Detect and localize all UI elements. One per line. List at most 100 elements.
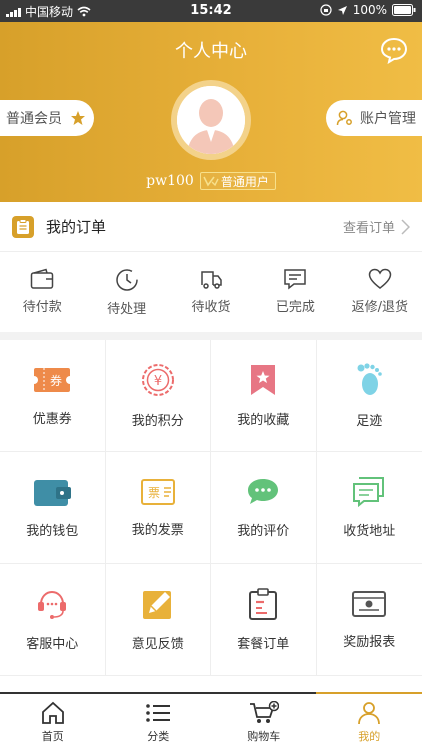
username: pw100 [146, 173, 194, 189]
comment-icon [248, 479, 279, 504]
service-label: 客服中心 [26, 637, 79, 652]
order-item-label: 待处理 [107, 302, 147, 317]
star-icon [71, 111, 85, 125]
service-label: 我的收藏 [237, 413, 290, 428]
user-type-label: 普通用户 [220, 174, 269, 189]
services-grid: 券 优惠券 ¥ 我的积分 我的收藏 足迹 我的钱包 票 我的发票 我的评价 收货… [0, 340, 422, 692]
service-reward-report[interactable]: 奖励报表 [316, 564, 422, 676]
service-package-orders[interactable]: 套餐订单 [211, 564, 317, 676]
orientation-lock-icon [320, 4, 332, 16]
member-level-button[interactable]: 普通会员 [0, 100, 94, 136]
tab-label: 首页 [41, 730, 64, 743]
profile-header: 个人中心 普通会员 账户管理 pw100 普通用户 [0, 22, 422, 202]
service-coupon[interactable]: 券 优惠券 [0, 340, 106, 452]
default-avatar-icon [177, 86, 245, 154]
bookmark-star-icon [251, 365, 276, 395]
svg-text:券: 券 [50, 373, 62, 388]
service-wallet[interactable]: 我的钱包 [0, 452, 106, 564]
service-label: 我的发票 [131, 523, 184, 538]
status-bar: 中国移动 15:42 100% [0, 0, 422, 22]
user-info: pw100 普通用户 [0, 172, 422, 190]
coupon-icon: 券 [34, 368, 71, 392]
address-icon [353, 477, 385, 508]
order-item-label: 已完成 [275, 300, 315, 315]
tab-label: 我的 [358, 730, 381, 743]
order-returns[interactable]: 返修/退货 [338, 252, 422, 332]
footprint-icon [357, 363, 383, 395]
wallet-icon [30, 268, 54, 289]
service-invoice[interactable]: 票 我的发票 [105, 452, 211, 564]
user-type-badge: 普通用户 [199, 172, 276, 190]
bottom-tab-bar: 首页 分类 购物车 我的 [0, 692, 422, 750]
clock-icon [115, 269, 138, 291]
package-order-icon [249, 588, 278, 620]
order-awaiting-delivery[interactable]: 待收货 [169, 252, 253, 332]
tab-bar-divider [0, 692, 316, 694]
order-status-row: 待付款 待处理 待收货 已完成 返修/退货 [0, 252, 422, 332]
service-address[interactable]: 收货地址 [316, 452, 422, 564]
invoice-icon: 票 [140, 479, 175, 505]
list-icon [146, 704, 171, 722]
service-label: 奖励报表 [343, 635, 396, 650]
avatar-image [177, 86, 245, 154]
tab-label: 分类 [147, 730, 170, 743]
service-footprints[interactable]: 足迹 [316, 340, 422, 452]
avatar[interactable] [171, 80, 251, 160]
home-icon [41, 701, 64, 724]
service-label: 优惠券 [32, 412, 72, 427]
tab-mine[interactable]: 我的 [317, 693, 422, 750]
message-box-icon [284, 269, 307, 290]
status-right: 100% [320, 3, 416, 17]
heart-icon [368, 268, 392, 289]
vip-icon [203, 176, 219, 187]
active-tab-indicator [316, 692, 422, 694]
cart-icon [249, 701, 279, 723]
order-item-label: 返修/退货 [351, 300, 409, 315]
battery-label: 100% [352, 3, 387, 17]
battery-icon [392, 4, 416, 16]
service-label: 意见反馈 [131, 637, 184, 652]
svg-text:票: 票 [148, 486, 160, 500]
location-icon [337, 5, 347, 15]
service-customer-center[interactable]: 客服中心 [0, 564, 106, 676]
service-label: 我的钱包 [26, 524, 79, 539]
service-feedback[interactable]: 意见反馈 [105, 564, 211, 676]
service-reviews[interactable]: 我的评价 [211, 452, 317, 564]
service-label: 收货地址 [343, 524, 396, 539]
message-button[interactable] [380, 36, 408, 65]
tab-cart[interactable]: 购物车 [211, 693, 317, 750]
tab-category[interactable]: 分类 [106, 693, 212, 750]
points-coin-icon: ¥ [141, 364, 174, 396]
chevron-right-icon [401, 218, 410, 235]
wallet-icon [34, 480, 72, 506]
headset-icon [38, 590, 67, 619]
service-label: 我的积分 [131, 414, 184, 429]
order-item-label: 待付款 [22, 300, 62, 315]
user-settings-icon [336, 110, 352, 126]
page-title: 个人中心 [175, 41, 247, 62]
order-pending-payment[interactable]: 待付款 [0, 252, 84, 332]
service-label: 套餐订单 [237, 637, 290, 652]
orders-icon [12, 215, 34, 238]
service-favorites[interactable]: 我的收藏 [211, 340, 317, 452]
service-label: 我的评价 [237, 524, 290, 539]
chat-bubble-icon [380, 37, 408, 65]
view-orders-label: 查看订单 [342, 221, 395, 236]
user-icon [358, 702, 381, 725]
my-orders-header[interactable]: 我的订单 查看订单 [0, 202, 422, 252]
order-item-label: 待收货 [191, 300, 231, 315]
service-points[interactable]: ¥ 我的积分 [105, 340, 211, 452]
truck-icon [201, 271, 222, 289]
edit-feedback-icon [142, 591, 171, 619]
tab-home[interactable]: 首页 [0, 693, 106, 750]
my-orders-title: 我的订单 [46, 218, 107, 236]
view-orders-link[interactable]: 查看订单 [343, 217, 410, 236]
order-completed[interactable]: 已完成 [253, 252, 337, 332]
service-label: 足迹 [356, 414, 383, 429]
account-manage-label: 账户管理 [360, 111, 416, 127]
report-icon [352, 591, 387, 617]
order-processing[interactable]: 待处理 [84, 252, 168, 332]
tab-label: 购物车 [247, 730, 281, 743]
account-manage-button[interactable]: 账户管理 [326, 100, 422, 136]
member-level-label: 普通会员 [6, 111, 62, 127]
